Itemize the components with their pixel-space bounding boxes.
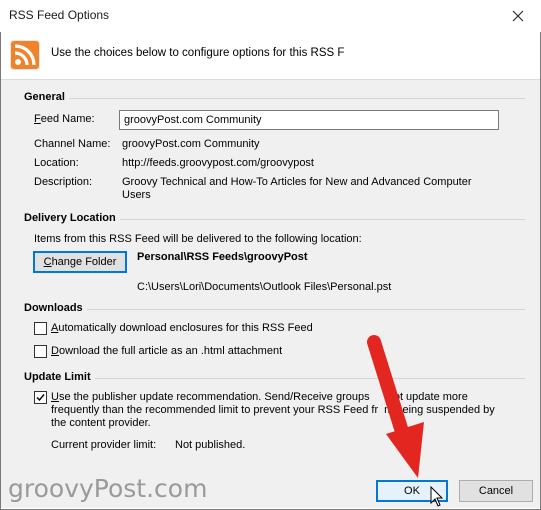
- description-label: Description:: [34, 176, 93, 188]
- delivery-intro: Items from this RSS Feed will be deliver…: [34, 233, 362, 245]
- channel-name-label: Channel Name:: [34, 138, 111, 150]
- mouse-cursor-icon: [430, 486, 444, 507]
- watermark: groovyPost.com: [8, 474, 208, 503]
- change-folder-accel: C: [43, 256, 52, 268]
- red-arrow-icon: [367, 335, 424, 478]
- change-folder-button[interactable]: Change Folder: [33, 251, 127, 273]
- close-icon: [512, 10, 524, 21]
- divider: [24, 309, 525, 310]
- provider-limit-value: Not published.: [175, 439, 246, 451]
- full-article-label: Download the full article as an .html at…: [51, 345, 283, 357]
- provider-limit-label: Current provider limit:: [51, 439, 157, 451]
- description-value-line1: Groovy Technical and How-To Articles for…: [122, 176, 472, 188]
- downloads-heading: Downloads: [24, 302, 87, 314]
- auto-download-checkbox[interactable]: [34, 322, 47, 335]
- dialog-header: Use the choices below to configure optio…: [1, 31, 540, 79]
- divider: [24, 98, 525, 99]
- delivery-heading: Delivery Location: [24, 212, 120, 224]
- description-value-line2: Users: [122, 189, 151, 201]
- window-title: RSS Feed Options: [9, 8, 110, 22]
- header-description: Use the choices below to configure optio…: [51, 47, 345, 59]
- delivery-group: Delivery Location: [24, 212, 525, 226]
- publisher-recommendation-checkbox[interactable]: [34, 391, 47, 404]
- downloads-group: Downloads: [24, 302, 525, 316]
- auto-download-label: Automatically download enclosures for th…: [51, 322, 313, 334]
- checkmark-icon: [36, 394, 45, 402]
- channel-name-value: groovyPost.com Community: [122, 138, 260, 150]
- general-heading: General: [24, 91, 69, 103]
- rss-feed-icon: [10, 40, 40, 70]
- title-bar: RSS Feed Options: [0, 0, 541, 32]
- file-path: C:\Users\Lori\Documents\Outlook Files\Pe…: [137, 281, 392, 293]
- cancel-button[interactable]: Cancel: [459, 480, 533, 502]
- publisher-recommendation-label-line3: the content provider.: [51, 417, 151, 429]
- feed-name-label: Feed Name:: [34, 113, 95, 125]
- update-limit-heading: Update Limit: [24, 371, 95, 383]
- general-group: General: [24, 91, 525, 105]
- close-button[interactable]: [495, 0, 541, 31]
- location-value: http://feeds.groovypost.com/groovypost: [122, 157, 314, 169]
- folder-path: Personal\RSS Feeds\groovyPost: [137, 251, 308, 263]
- change-folder-label: hange Folder: [51, 256, 117, 268]
- location-label: Location:: [34, 157, 79, 169]
- feed-name-input[interactable]: groovyPost.com Community: [119, 110, 499, 130]
- full-article-checkbox[interactable]: [34, 345, 47, 358]
